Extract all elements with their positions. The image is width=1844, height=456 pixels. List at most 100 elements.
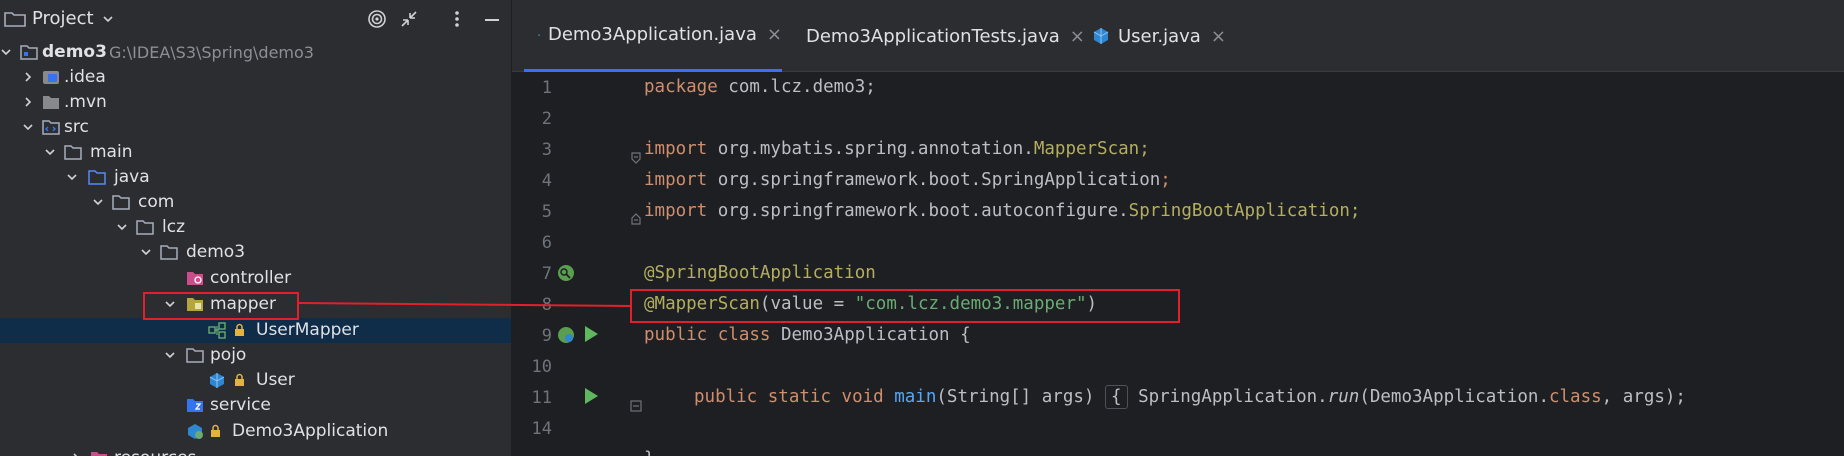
- annotation: @SpringBootApplication: [644, 263, 876, 283]
- chevron-down-icon: [103, 15, 113, 22]
- code-text: Demo3Application {: [770, 325, 971, 345]
- fold-icon[interactable]: [630, 212, 642, 226]
- chevron-down-icon[interactable]: [140, 246, 152, 258]
- chevron-down-icon[interactable]: [164, 349, 176, 361]
- editor-gutter: 1 2 3 4 5 6 7 8 9 10 11 14: [512, 72, 624, 456]
- tree-item-java[interactable]: java: [0, 165, 511, 190]
- line-number: 10: [531, 357, 552, 377]
- line-number: 14: [531, 419, 552, 439]
- lock-icon: [211, 424, 220, 437]
- code-line-11: public static void main(String[] args) {…: [694, 382, 1686, 413]
- code-class: MapperScan: [1033, 139, 1140, 159]
- code-class: SpringBootApplication: [1128, 201, 1350, 221]
- chevron-right-icon[interactable]: [22, 96, 34, 108]
- line-number: 7: [541, 264, 552, 284]
- fold-icon[interactable]: [630, 151, 642, 165]
- run-icon[interactable]: [582, 324, 600, 344]
- tree-item-service[interactable]: service: [0, 393, 511, 418]
- interface-icon: [208, 322, 226, 339]
- tree-item-label: controller: [210, 268, 292, 288]
- chevron-right-icon[interactable]: [22, 71, 34, 83]
- idea-folder-icon: [43, 71, 59, 84]
- tree-item-resources[interactable]: resources: [0, 446, 511, 456]
- spring-boot-class-icon: [538, 33, 540, 36]
- package-folder-icon: [112, 195, 130, 210]
- tree-item-pojo[interactable]: pojo: [0, 343, 511, 368]
- spring-bean-icon[interactable]: [556, 325, 576, 345]
- chevron-right-icon[interactable]: [70, 452, 82, 456]
- tree-item-demo3-root[interactable]: demo3 G:\IDEA\S3\Spring\demo3: [0, 40, 511, 65]
- code-text: (Demo3Application.: [1359, 387, 1549, 407]
- code-text: ;: [1139, 139, 1150, 159]
- code-text: (String[] args): [936, 387, 1095, 407]
- chevron-down-icon[interactable]: [92, 196, 104, 208]
- folder-icon: [43, 96, 59, 109]
- tab-demo3applicationtests[interactable]: Demo3ApplicationTests.java ×: [784, 0, 1085, 72]
- close-icon[interactable]: ×: [1211, 26, 1226, 47]
- keyword: static: [767, 387, 831, 407]
- line-number: 6: [541, 233, 552, 253]
- source-root-folder-icon: [88, 170, 106, 185]
- code-text: org.mybatis.spring.annotation.: [707, 139, 1034, 159]
- tree-item-demo3application[interactable]: Demo3Application: [0, 419, 511, 444]
- chevron-down-icon[interactable]: [66, 171, 78, 183]
- controller-folder-icon: [187, 272, 203, 285]
- close-icon[interactable]: ×: [767, 24, 782, 45]
- chevron-down-icon[interactable]: [44, 146, 56, 158]
- resources-folder-icon: [91, 452, 107, 456]
- tree-item-demo3-package[interactable]: demo3: [0, 240, 511, 265]
- project-panel-title: Project: [32, 8, 94, 29]
- keyword: class: [717, 325, 771, 345]
- more-options-icon[interactable]: [446, 8, 468, 30]
- folded-code-block[interactable]: {: [1104, 385, 1128, 409]
- keyword: void: [841, 387, 884, 407]
- mapperscan-highlight-box: [630, 289, 1180, 323]
- service-folder-icon: [187, 399, 203, 412]
- tree-item-label: main: [90, 142, 133, 162]
- line-number: 1: [541, 78, 552, 98]
- keyword: import: [644, 170, 708, 190]
- target-icon[interactable]: [366, 8, 388, 30]
- keyword: public: [694, 387, 758, 407]
- tree-item-usermapper[interactable]: UserMapper: [0, 318, 511, 343]
- tree-item-src[interactable]: src: [0, 115, 511, 140]
- lock-icon: [235, 323, 244, 336]
- run-icon[interactable]: [582, 386, 600, 406]
- tree-item-idea[interactable]: .idea: [0, 65, 511, 90]
- keyword: public: [644, 325, 708, 345]
- tree-item-label: User: [256, 370, 295, 390]
- tree-item-user[interactable]: User: [0, 368, 511, 393]
- code-text: ;: [1160, 170, 1171, 190]
- tab-user[interactable]: User.java ×: [1078, 0, 1238, 72]
- tree-item-path: G:\IDEA\S3\Spring\demo3: [109, 43, 314, 62]
- tree-item-controller[interactable]: controller: [0, 266, 511, 291]
- collapse-all-icon[interactable]: [398, 8, 420, 30]
- minimize-icon[interactable]: [481, 8, 503, 30]
- method-name: main: [894, 387, 937, 407]
- tree-item-label: service: [210, 395, 271, 415]
- project-view-selector[interactable]: Project: [4, 8, 114, 29]
- tree-item-main[interactable]: main: [0, 140, 511, 165]
- line-number: 11: [531, 388, 552, 408]
- keyword: import: [644, 139, 708, 159]
- package-folder-icon: [136, 220, 154, 235]
- module-folder-icon: [20, 45, 38, 60]
- code-area[interactable]: package com.lcz.demo3; import org.mybati…: [624, 72, 1844, 456]
- chevron-down-icon[interactable]: [116, 221, 128, 233]
- tree-item-label: Demo3Application: [232, 421, 389, 441]
- tree-item-label: lcz: [162, 217, 185, 237]
- tree-item-label: com: [138, 192, 175, 212]
- tree-item-mvn[interactable]: .mvn: [0, 90, 511, 115]
- tree-item-lcz[interactable]: lcz: [0, 215, 511, 240]
- fold-icon[interactable]: [630, 399, 642, 413]
- package-folder-icon: [160, 245, 178, 260]
- lock-icon: [235, 373, 244, 386]
- keyword: class: [1548, 387, 1602, 407]
- tree-item-label: resources: [114, 446, 196, 456]
- tab-demo3application[interactable]: Demo3Application.java ×: [524, 0, 782, 72]
- spring-bean-icon[interactable]: [556, 263, 576, 283]
- class-icon: [1093, 28, 1109, 44]
- tree-item-com[interactable]: com: [0, 190, 511, 215]
- chevron-down-icon[interactable]: [0, 46, 12, 58]
- chevron-down-icon[interactable]: [22, 121, 34, 133]
